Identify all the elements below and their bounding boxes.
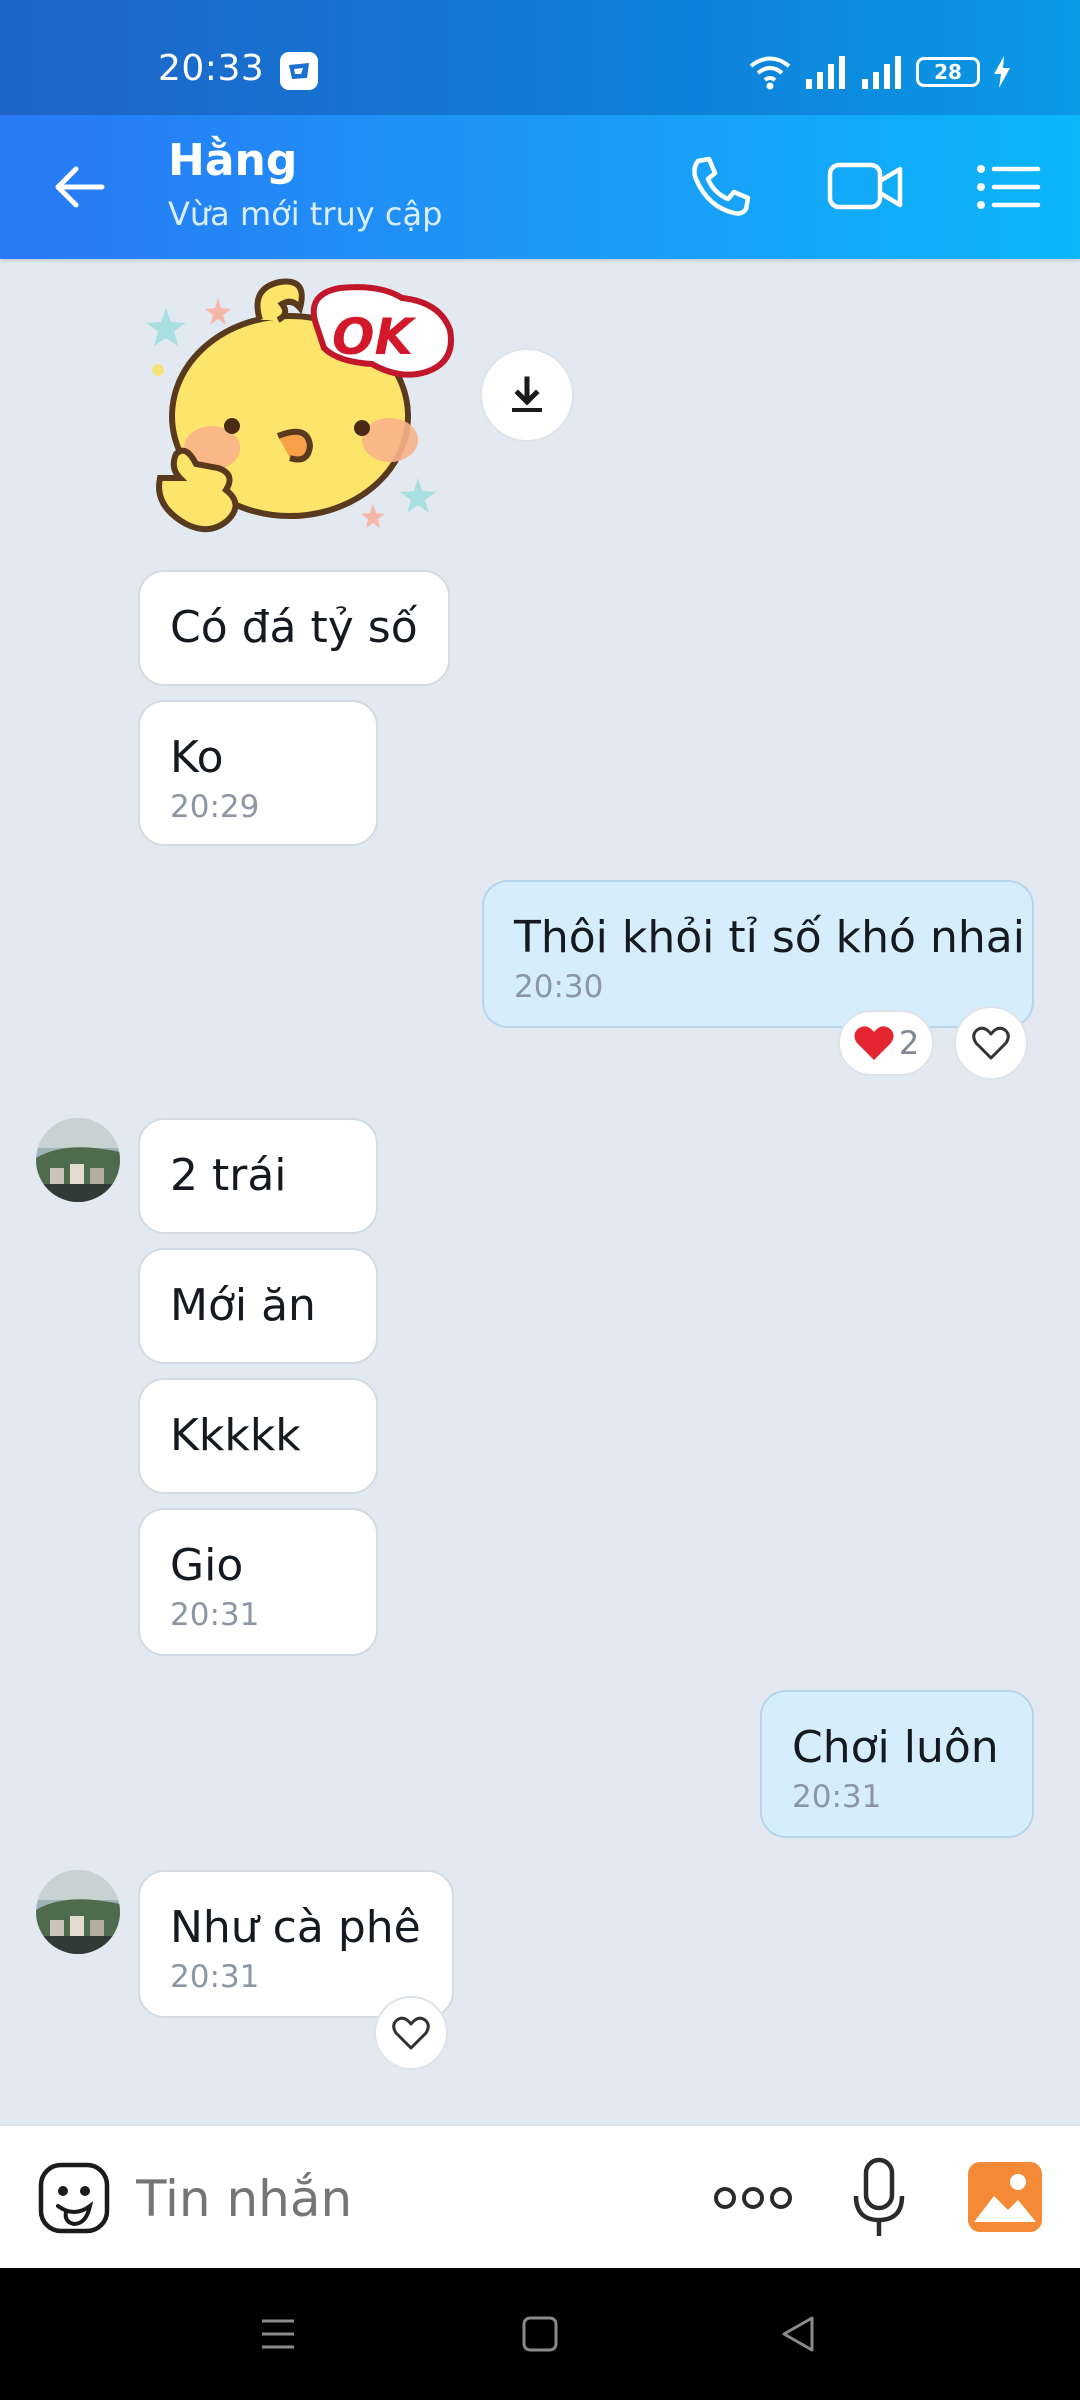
gallery-image-icon xyxy=(968,2162,1042,2232)
home-button[interactable] xyxy=(518,2312,562,2356)
options-menu-button[interactable] xyxy=(972,151,1044,223)
presence-status: Vừa mới truy cập xyxy=(168,195,443,233)
message-time: 20:31 xyxy=(792,1779,882,1815)
message-composer xyxy=(0,2124,1080,2268)
status-time: 20:33 xyxy=(158,48,265,89)
message-bubble-incoming[interactable]: Có đá tỷ số xyxy=(138,570,450,686)
message-text: Ko xyxy=(170,732,224,783)
back-triangle-icon xyxy=(782,2316,814,2352)
message-bubble-incoming[interactable]: Kkkkk xyxy=(138,1378,378,1494)
status-bar: 20:33 28 xyxy=(0,0,1080,115)
signal-icon xyxy=(806,56,845,89)
notification-app-icon xyxy=(280,52,318,90)
sticker-text: OK xyxy=(332,308,417,366)
back-nav-button[interactable] xyxy=(776,2312,820,2356)
message-text: Gio xyxy=(170,1540,244,1591)
message-text: Thôi khỏi tỉ số khó nhai xyxy=(514,912,1025,963)
contact-avatar[interactable] xyxy=(36,1118,120,1202)
phone-icon xyxy=(692,156,751,216)
message-text: Kkkkk xyxy=(170,1410,301,1461)
more-dots-icon xyxy=(714,2187,792,2209)
message-time: 20:31 xyxy=(170,1959,260,1995)
home-square-icon xyxy=(522,2316,558,2352)
message-input[interactable] xyxy=(136,2164,656,2234)
system-navigation-bar xyxy=(0,2268,1080,2400)
reaction-count: 2 xyxy=(898,1024,920,1062)
voice-message-button[interactable] xyxy=(848,2156,910,2242)
wifi-icon xyxy=(749,56,791,90)
message-text: Như cà phê xyxy=(170,1902,421,1953)
heart-outline-icon xyxy=(972,1026,1010,1060)
message-text: 2 trái xyxy=(170,1150,287,1201)
download-icon xyxy=(512,376,542,412)
photo-button[interactable] xyxy=(968,2162,1042,2232)
heart-outline-icon xyxy=(392,2016,430,2050)
chat-header: Hằng Vừa mới truy cập xyxy=(0,115,1080,259)
emoji-button[interactable] xyxy=(36,2160,112,2236)
message-time: 20:29 xyxy=(170,789,260,825)
message-bubble-outgoing[interactable]: Thôi khỏi tỉ số khó nhai 20:30 xyxy=(482,880,1034,1028)
message-bubble-incoming[interactable]: Gio 20:31 xyxy=(138,1508,378,1656)
reaction-summary[interactable]: 2 xyxy=(838,1010,934,1076)
emoji-sticker-icon xyxy=(38,2162,110,2234)
message-bubble-incoming[interactable]: Ko 20:29 xyxy=(138,700,378,846)
message-text: Chơi luôn xyxy=(792,1722,999,1773)
message-bubble-incoming[interactable]: Mới ăn xyxy=(138,1248,378,1364)
voice-call-button[interactable] xyxy=(684,151,756,223)
message-bubble-incoming[interactable]: 2 trái xyxy=(138,1118,378,1234)
back-arrow-icon xyxy=(55,166,105,208)
download-sticker-button[interactable] xyxy=(480,348,574,442)
battery-icon: 28 xyxy=(916,57,980,87)
menu-list-icon xyxy=(977,165,1041,209)
status-icons: 28 xyxy=(748,52,1012,92)
charging-icon xyxy=(994,56,1010,88)
contact-name[interactable]: Hằng xyxy=(168,135,297,186)
recent-apps-button[interactable] xyxy=(256,2312,300,2356)
react-button[interactable] xyxy=(954,1006,1028,1080)
back-button[interactable] xyxy=(42,157,122,217)
ok-sticker[interactable]: OK xyxy=(140,268,470,548)
contact-avatar[interactable] xyxy=(36,1870,120,1954)
video-call-icon xyxy=(827,162,903,210)
message-bubble-outgoing[interactable]: Chơi luôn 20:31 xyxy=(760,1690,1034,1838)
heart-reaction-icon xyxy=(854,1026,894,1060)
message-text: Mới ăn xyxy=(170,1280,316,1331)
battery-level: 28 xyxy=(934,60,962,84)
signal-2-icon xyxy=(862,56,901,89)
message-time: 20:30 xyxy=(514,969,604,1005)
react-button[interactable] xyxy=(374,1996,448,2070)
menu-icon xyxy=(262,2319,294,2349)
microphone-icon xyxy=(853,2157,905,2236)
more-actions-button[interactable] xyxy=(712,2172,794,2224)
message-time: 20:31 xyxy=(170,1597,260,1633)
message-text: Có đá tỷ số xyxy=(170,602,418,653)
video-call-button[interactable] xyxy=(826,151,903,223)
